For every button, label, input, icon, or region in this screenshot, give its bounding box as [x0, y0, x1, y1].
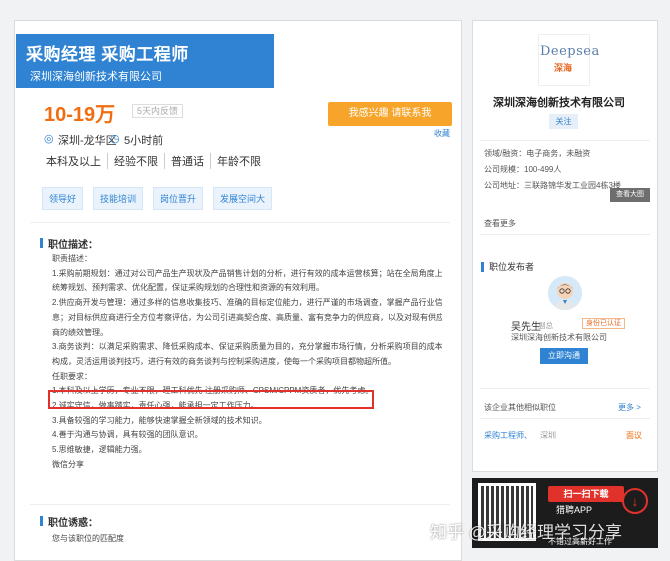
company-logo[interactable]: [538, 34, 590, 86]
job-location: 深圳-龙华区: [58, 135, 117, 147]
wechat-share-link[interactable]: 微信分享: [52, 458, 442, 473]
job-description: 职责描述： 1.采购前期规划：通过对公司产品生产现状及产品销售计划的分析，进行有…: [52, 252, 442, 473]
desc-line: 统筹规划、预判需求、优化配置，保证采购规划的合理性和资源的有效利用。: [52, 283, 324, 293]
verified-badge: 身份已认证: [582, 318, 625, 329]
description-title: 职位描述：: [48, 240, 98, 251]
req-age: 年龄不限: [210, 153, 267, 169]
similar-job-link[interactable]: 采购工程师、: [484, 430, 532, 441]
desc-line: 任职要求：: [52, 371, 92, 381]
watermark: 知乎 @采购经理学习分享: [430, 523, 622, 542]
divider: [480, 140, 650, 141]
download-icon: ↓: [622, 488, 648, 514]
similar-job-city: 深圳: [540, 431, 556, 440]
desc-line: 构成，灵活运用谈判技巧，进行有效的商务谈判与控制采购进度，使每一个采购项目都物超…: [52, 356, 396, 366]
desc-line: 1.采购前期规划：通过对公司产品生产现状及产品销售计划的分析，进行有效的成本运营…: [52, 268, 442, 278]
publisher-title: 职位发布者: [489, 262, 535, 272]
temptation-text: 您与该职位的匹配度: [52, 534, 124, 543]
see-more-link[interactable]: 查看更多: [484, 218, 516, 229]
similar-job-salary: 面议: [626, 431, 642, 440]
benefit-tag: 技能培训: [93, 187, 144, 210]
divider: [30, 504, 450, 505]
desc-line: 3.具备较强的学习能力，能够快速掌握全新领域的技术知识。: [52, 415, 267, 425]
highlight-box: [48, 390, 374, 409]
more-link[interactable]: 更多 >: [618, 402, 641, 413]
salary: 10-19万: [44, 104, 116, 126]
req-language: 普通话: [164, 153, 210, 169]
person-icon: [548, 276, 582, 310]
follow-button[interactable]: 关注: [549, 114, 578, 129]
divider: [480, 418, 650, 419]
scan-download-button[interactable]: 扫一扫下载: [548, 486, 624, 502]
desc-line: 商的绩效管理。: [52, 327, 108, 337]
company-name-link[interactable]: 深圳深海创新技术有限公司: [30, 68, 162, 84]
section-marker: [40, 238, 43, 248]
req-education: 本科及以上: [46, 156, 101, 168]
desc-line: 4.善于沟通与协调，具有较强的团队意识。: [52, 430, 203, 440]
benefit-tag: 领导好: [42, 187, 84, 210]
divider: [480, 234, 650, 235]
job-title: 采购经理 采购工程师: [26, 45, 189, 64]
divider: [480, 388, 650, 389]
temptation-title: 职位诱惑：: [48, 518, 98, 529]
collect-link[interactable]: 收藏: [434, 128, 450, 139]
desc-line: 2.供应商开发与管理：通过多样的信息收集技巧、准确的目标定位能力，进行严谨的市场…: [52, 298, 442, 308]
company-size: 公司规模：100-499人: [484, 165, 562, 174]
desc-line: 职责描述：: [52, 254, 92, 263]
req-experience: 经验不限: [107, 153, 164, 169]
section-marker: [481, 262, 484, 272]
similar-jobs-title: 该企业其他相似职位: [484, 403, 556, 412]
divider: [30, 222, 450, 223]
posted-time: 5小时前: [124, 135, 164, 147]
desc-line: 息；对目标供应商进行全方位考察评估，为公司引进高契合度、高质量、富有竞争力的供应…: [52, 312, 442, 322]
company-address: 公司地址：三联路锦华发工业园4栋3楼: [484, 181, 621, 190]
chat-now-button[interactable]: 立即沟通: [540, 348, 588, 364]
logo-text: Deepsea: [540, 44, 600, 59]
desc-line: 5.思维敏捷，逻辑能力强。: [52, 445, 147, 455]
feedback-badge: 5天内反馈: [132, 104, 184, 118]
view-map-button[interactable]: 查看大图: [610, 188, 650, 202]
benefit-tag: 岗位晋升: [153, 187, 204, 210]
desc-line: 3.商务谈判：以满足采购需求、降低采购成本、保证采购质量为目的，充分掌握市场行情…: [52, 342, 442, 352]
location-pin-icon: ◎: [44, 133, 54, 145]
publisher-role: 副总: [538, 321, 553, 330]
publisher-name: 吴先生: [511, 322, 541, 333]
app-name: 猎聘APP: [556, 505, 593, 515]
benefit-tags: 领导好 技能培训 岗位晋升 发展空间大: [42, 187, 273, 210]
company-title[interactable]: 深圳深海创新技术有限公司: [493, 94, 625, 110]
section-marker: [40, 516, 43, 526]
company-field: 领域/融资：电子商务，未融资: [484, 149, 591, 158]
interest-button[interactable]: 我感兴趣 请联系我: [328, 102, 452, 126]
clock-icon: ◷: [110, 133, 120, 145]
publisher-company: 深圳深海创新技术有限公司: [511, 333, 607, 342]
logo-text-cn: 深海: [554, 63, 573, 73]
benefit-tag: 发展空间大: [213, 187, 273, 210]
job-requirements: 本科及以上 经验不限 普通话 年龄不限: [46, 153, 267, 169]
avatar: [548, 276, 582, 310]
